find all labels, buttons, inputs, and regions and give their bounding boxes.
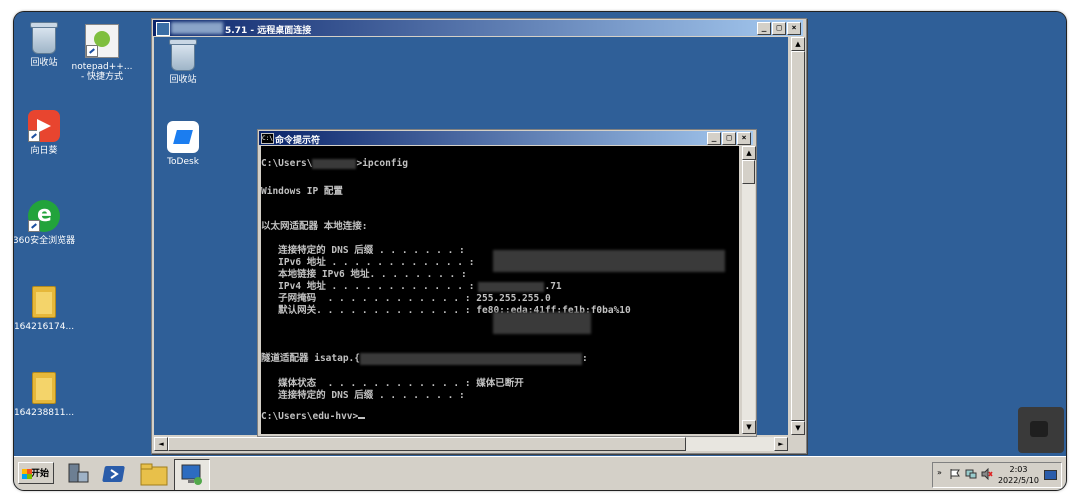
taskbar-remote-desktop-button[interactable] xyxy=(174,459,210,490)
console-line: 连接特定的 DNS 后缀 . . . . . . . : xyxy=(261,390,465,401)
maximize-button[interactable]: □ xyxy=(722,132,736,145)
rdp-horizontal-scrollbar[interactable]: ◄ ► xyxy=(154,437,788,451)
desktop-icon-label: 向日葵 xyxy=(30,146,58,156)
rdp-app-icon xyxy=(156,22,170,36)
console-line: Windows IP 配置 xyxy=(261,186,343,197)
start-label: 开始 xyxy=(30,469,49,479)
console-line: 隧道适配器 isatap.{: xyxy=(261,352,588,365)
cmd-vertical-scrollbar[interactable]: ▲ ▼ xyxy=(742,146,756,434)
maximize-button[interactable]: □ xyxy=(772,22,786,35)
desktop-icon-label: ToDesk xyxy=(167,157,199,167)
scroll-up-arrow-icon[interactable]: ▲ xyxy=(791,37,805,51)
volume-muted-icon[interactable] xyxy=(981,468,993,480)
screenshot-frame: 回收站 notepad++... - 快捷方式 向日葵 360安全浏览器 164… xyxy=(14,12,1066,490)
desktop-icon-label: 164216174... xyxy=(14,322,75,332)
sunflower-icon xyxy=(28,110,60,142)
redacted-adapter-guid xyxy=(359,352,582,365)
cmd-app-icon: C:\ xyxy=(261,133,274,144)
network-icon[interactable] xyxy=(965,468,977,480)
remote-desktop-window[interactable]: 5.71 - 远程桌面连接 _ □ × 回收站 ToDesk C:\ 命令提示符… xyxy=(151,18,807,454)
remote-desktop-icon xyxy=(181,464,202,485)
remote-icon-recycle-bin[interactable]: 回收站 xyxy=(151,39,215,85)
rdp-title: 5.71 - 远程桌面连接 xyxy=(225,26,312,36)
clock-date: 2022/5/10 xyxy=(997,476,1039,485)
recycle-bin-icon xyxy=(30,22,58,54)
zip-folder-icon xyxy=(32,286,56,318)
redacted-username xyxy=(312,158,357,169)
desktop-icon-label: 164238811... xyxy=(14,408,75,418)
action-center-flag-icon[interactable] xyxy=(949,468,961,480)
scroll-thumb[interactable] xyxy=(168,437,686,451)
minimize-button[interactable]: _ xyxy=(707,132,721,145)
desktop-icon-file-2[interactable]: 164238811... xyxy=(14,372,76,418)
remote-icon-todesk[interactable]: ToDesk xyxy=(151,121,215,167)
console-output[interactable]: C:\Users\ >ipconfig Windows IP 配置 以太网适配器 … xyxy=(261,146,739,434)
show-desktop-icon[interactable] xyxy=(1044,470,1057,480)
windows-logo-icon xyxy=(22,469,32,479)
taskbar: 开始 » 2:03 2022/5/10 xyxy=(14,456,1066,490)
desktop-icon-label: notepad++... - 快捷方式 xyxy=(71,62,133,82)
rdp-title-bar[interactable]: 5.71 - 远程桌面连接 _ □ × xyxy=(153,20,803,36)
clock[interactable]: 2:03 2022/5/10 xyxy=(998,464,1039,486)
console-line: 以太网适配器 本地连接: xyxy=(261,221,368,232)
desktop-icon-label: 360安全浏览器 xyxy=(14,236,76,246)
command-prompt-window[interactable]: C:\ 命令提示符 _ □ × C:\Users\ >ipconfig Windo… xyxy=(257,129,757,437)
shortcut-arrow-icon xyxy=(28,220,40,232)
system-tray: » 2:03 2022/5/10 xyxy=(932,462,1062,488)
clock-time: 2:03 xyxy=(1009,465,1028,474)
todesk-icon xyxy=(167,121,199,153)
file-explorer-icon[interactable] xyxy=(138,460,170,488)
minimize-button[interactable]: _ xyxy=(757,22,771,35)
cmd-title-bar[interactable]: C:\ 命令提示符 _ □ × xyxy=(259,131,753,146)
powershell-icon[interactable] xyxy=(102,460,130,488)
redacted-ipv6 xyxy=(493,250,725,272)
start-button[interactable]: 开始 xyxy=(18,462,54,484)
scroll-left-arrow-icon[interactable]: ◄ xyxy=(154,437,168,451)
shortcut-arrow-icon xyxy=(86,45,98,57)
rdp-vertical-scrollbar[interactable]: ▲ ▼ xyxy=(791,37,805,435)
scroll-down-arrow-icon[interactable]: ▼ xyxy=(791,421,805,435)
recycle-bin-icon xyxy=(169,39,197,71)
server-manager-icon[interactable] xyxy=(64,460,92,488)
redacted-address xyxy=(171,22,223,34)
desktop-icon-notepadpp[interactable]: notepad++... - 快捷方式 xyxy=(70,24,134,82)
desktop-icon-recycle-bin[interactable]: 回收站 xyxy=(14,22,76,68)
redacted-gateway xyxy=(493,312,591,334)
floating-remote-widget-icon[interactable] xyxy=(1018,407,1064,453)
tray-expand-icon[interactable]: » xyxy=(937,468,942,477)
shortcut-arrow-icon xyxy=(28,130,40,142)
scroll-right-arrow-icon[interactable]: ► xyxy=(774,437,788,451)
360-browser-icon xyxy=(28,200,60,232)
desktop-icon-file-1[interactable]: 164216174... xyxy=(14,286,76,332)
close-button[interactable]: × xyxy=(787,22,801,35)
remote-desktop-screen[interactable]: 回收站 ToDesk C:\ 命令提示符 _ □ × C:\Users\ >ip… xyxy=(151,37,788,437)
console-prompt-line: C:\Users\edu-hvv> xyxy=(261,411,366,422)
text-cursor xyxy=(358,417,366,419)
notepadpp-icon xyxy=(85,24,119,58)
scroll-down-arrow-icon[interactable]: ▼ xyxy=(742,420,756,434)
desktop-icon-sunflower[interactable]: 向日葵 xyxy=(14,110,76,156)
desktop-icon-label: 回收站 xyxy=(169,75,197,85)
console-line: C:\Users\ >ipconfig xyxy=(261,158,408,169)
desktop-icon-360-browser[interactable]: 360安全浏览器 xyxy=(14,200,76,246)
desktop-icon-label: 回收站 xyxy=(30,58,58,68)
cmd-title: 命令提示符 xyxy=(275,136,321,146)
scroll-up-arrow-icon[interactable]: ▲ xyxy=(742,146,756,160)
zip-folder-icon xyxy=(32,372,56,404)
scroll-thumb[interactable] xyxy=(791,51,805,421)
scroll-thumb[interactable] xyxy=(742,160,755,184)
scroll-corner xyxy=(791,437,805,451)
close-button[interactable]: × xyxy=(737,132,751,145)
desktop: 回收站 notepad++... - 快捷方式 向日葵 360安全浏览器 164… xyxy=(14,12,1066,456)
